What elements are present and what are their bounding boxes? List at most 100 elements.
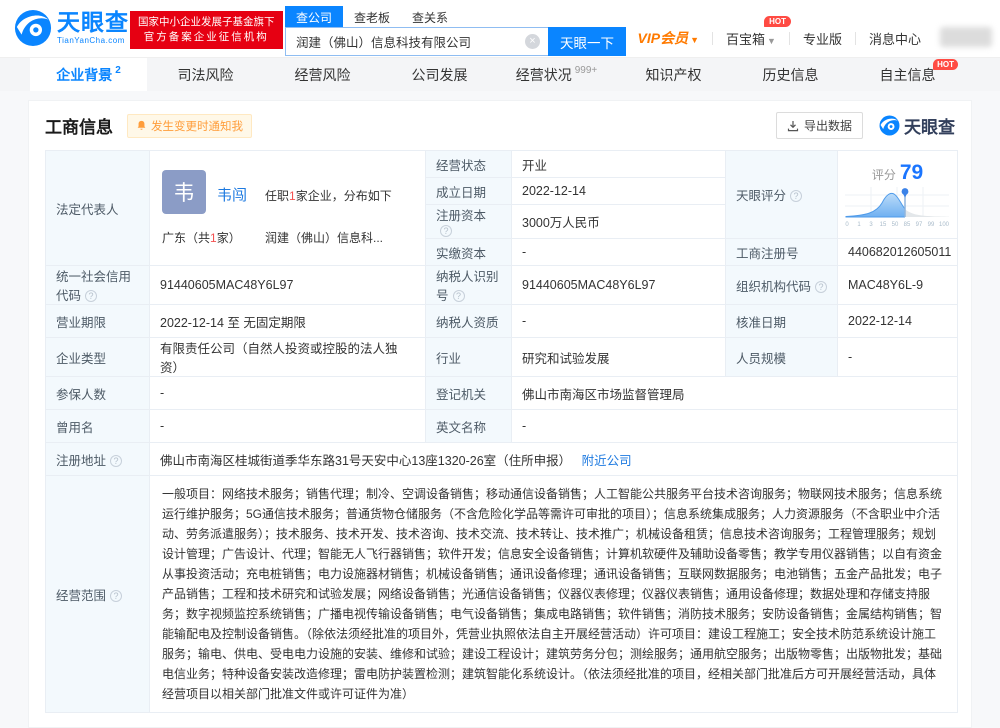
address-label: 注册地址? xyxy=(46,443,150,476)
scope-label: 经营范围? xyxy=(46,476,150,713)
svg-text:99: 99 xyxy=(927,222,934,228)
score-value: 79 xyxy=(900,161,923,184)
chevron-down-icon: ▼ xyxy=(690,35,699,45)
svg-text:100: 100 xyxy=(938,222,949,228)
help-icon[interactable]: ? xyxy=(110,590,122,602)
company-type-value: 有限责任公司（自然人投资或控股的法人独资） xyxy=(150,338,426,377)
help-icon[interactable]: ? xyxy=(815,281,827,293)
staff-size-value: - xyxy=(838,338,958,377)
menu-messages[interactable]: 消息中心 xyxy=(856,29,934,48)
nearby-companies-link[interactable]: 附近公司 xyxy=(582,454,632,468)
business-term-label: 营业期限 xyxy=(46,305,150,338)
help-icon[interactable]: ? xyxy=(85,290,97,302)
svg-text:3: 3 xyxy=(869,222,873,228)
credit-code-label: 统一社会信用代码? xyxy=(46,266,150,305)
menu-vip[interactable]: VIP会员▼ xyxy=(625,28,713,48)
tab-intellectual-property[interactable]: 知识产权 xyxy=(615,58,732,91)
credential-line2: 官方备案企业征信机构 xyxy=(138,30,275,45)
tab-operating-risk[interactable]: 经营风险 xyxy=(264,58,381,91)
registry-label: 登记机关 xyxy=(426,377,512,410)
staff-size-label: 人员规模 xyxy=(726,338,838,377)
business-info-table: 法定代表人 韦 韦闯 任职1家企业，分布如下 广东（共1家） 润建（佛山）信息科… xyxy=(45,150,958,713)
tab-company-background[interactable]: 企业背景 2 xyxy=(30,58,147,91)
scope-value: 一般项目：网络技术服务；销售代理；制冷、空调设备销售；移动通信设备销售；人工智能… xyxy=(150,476,958,713)
search-box: 查公司 查老板 查关系 × 天眼一下 xyxy=(285,6,626,56)
legal-rep-company-link[interactable]: 润建（佛山）信息科... xyxy=(265,229,383,246)
tianyancha-logo[interactable]: 天眼查 TianYanCha.com xyxy=(14,9,129,47)
search-button[interactable]: 天眼一下 xyxy=(548,27,626,56)
tab-operating-status[interactable]: 经营状况 999+ xyxy=(498,58,615,91)
search-tab-relation[interactable]: 查关系 xyxy=(401,6,459,29)
watermark-text: 天眼查 xyxy=(904,113,955,138)
former-name-value: - xyxy=(150,410,426,443)
svg-text:50: 50 xyxy=(891,222,898,228)
chevron-down-icon: ▼ xyxy=(767,36,776,46)
establish-date-label: 成立日期 xyxy=(426,178,512,205)
search-tab-company[interactable]: 查公司 xyxy=(285,6,343,29)
english-name-value: - xyxy=(512,410,958,443)
legal-rep-tenure: 任职1家企业，分布如下 xyxy=(265,187,392,204)
avatar[interactable]: 韦 xyxy=(162,170,206,214)
help-icon[interactable]: ? xyxy=(440,225,452,237)
credential-line1: 国家中小企业发展子基金旗下 xyxy=(138,15,275,30)
hot-badge: HOT xyxy=(933,59,958,70)
paid-capital-value: - xyxy=(512,239,726,266)
svg-text:85: 85 xyxy=(903,222,910,228)
org-code-value: MAC48Y6L-9 xyxy=(838,266,958,305)
help-icon[interactable]: ? xyxy=(790,190,802,202)
svg-text:15: 15 xyxy=(879,222,886,228)
legal-rep-region: 广东（共1家） xyxy=(162,229,241,246)
business-term-value: 2022-12-14 至 无固定期限 xyxy=(150,305,426,338)
tianyancha-eye-icon xyxy=(879,115,900,136)
download-icon xyxy=(787,120,799,132)
taxpayer-quality-value: - xyxy=(512,305,726,338)
tab-self-published-info[interactable]: 自主信息 HOT xyxy=(849,58,966,91)
business-info-card: 工商信息 发生变更时通知我 导出数据 天眼查 xyxy=(28,100,972,728)
tab-count-badge: 2 xyxy=(115,65,121,76)
user-account-blurred[interactable] xyxy=(940,27,992,47)
menu-toolbox[interactable]: 百宝箱▼ HOT xyxy=(713,29,789,48)
address-value: 佛山市南海区桂城街道季华东路31号天安中心13座1320-26室（住所申报） 附… xyxy=(150,443,958,476)
menu-pro[interactable]: 专业版 xyxy=(790,29,855,48)
tab-count-badge: 999+ xyxy=(575,65,598,76)
export-data-button[interactable]: 导出数据 xyxy=(776,112,863,139)
help-icon[interactable]: ? xyxy=(453,290,465,302)
taxpayer-quality-label: 纳税人资质 xyxy=(426,305,512,338)
english-name-label: 英文名称 xyxy=(426,410,512,443)
tianyan-score-label: 天眼评分? xyxy=(726,151,838,239)
legal-rep-name-link[interactable]: 韦闯 xyxy=(217,184,247,205)
taxpayer-id-label: 纳税人识别号? xyxy=(426,266,512,305)
org-code-label: 组织机构代码? xyxy=(726,266,838,305)
credit-code-value: 91440605MAC48Y6L97 xyxy=(150,266,426,305)
industry-value: 研究和试验发展 xyxy=(512,338,726,377)
taxpayer-id-value: 91440605MAC48Y6L97 xyxy=(512,266,726,305)
score-caption: 评分79 xyxy=(842,161,953,185)
insured-count-value: - xyxy=(150,377,426,410)
logo-name: 天眼查 xyxy=(57,11,129,34)
clear-icon[interactable]: × xyxy=(525,34,540,49)
registered-capital-value: 3000万人民币 xyxy=(512,205,726,239)
search-tab-boss[interactable]: 查老板 xyxy=(343,6,401,29)
help-icon[interactable]: ? xyxy=(110,455,122,467)
company-nav-tabs: 企业背景 2 司法风险 经营风险 公司发展 经营状况 999+ 知识产权 历史信… xyxy=(0,58,1000,91)
former-name-label: 曾用名 xyxy=(46,410,150,443)
credential-badge: 国家中小企业发展子基金旗下 官方备案企业征信机构 xyxy=(130,11,283,49)
search-input[interactable] xyxy=(285,27,548,56)
legal-rep-label: 法定代表人 xyxy=(46,151,150,266)
tianyancha-watermark: 天眼查 xyxy=(879,113,955,138)
operating-status-label: 经营状态 xyxy=(426,151,512,178)
tab-judicial-risk[interactable]: 司法风险 xyxy=(147,58,264,91)
tab-history-info[interactable]: 历史信息 xyxy=(732,58,849,91)
tab-company-development[interactable]: 公司发展 xyxy=(381,58,498,91)
change-notify-button[interactable]: 发生变更时通知我 xyxy=(127,114,252,138)
score-distribution-chart: 0 1 3 15 50 85 97 99 100 xyxy=(843,185,953,229)
industry-label: 行业 xyxy=(426,338,512,377)
page-header: 天眼查 TianYanCha.com 国家中小企业发展子基金旗下 官方备案企业征… xyxy=(0,0,1000,58)
section-title: 工商信息 xyxy=(45,113,113,138)
establish-date-value: 2022-12-14 xyxy=(512,178,726,205)
approval-date-value: 2022-12-14 xyxy=(838,305,958,338)
logo-domain: TianYanCha.com xyxy=(57,37,129,45)
company-type-label: 企业类型 xyxy=(46,338,150,377)
tianyancha-eye-icon xyxy=(14,9,52,47)
legal-rep-cell: 韦 韦闯 任职1家企业，分布如下 广东（共1家） 润建（佛山）信息科... xyxy=(150,151,426,266)
